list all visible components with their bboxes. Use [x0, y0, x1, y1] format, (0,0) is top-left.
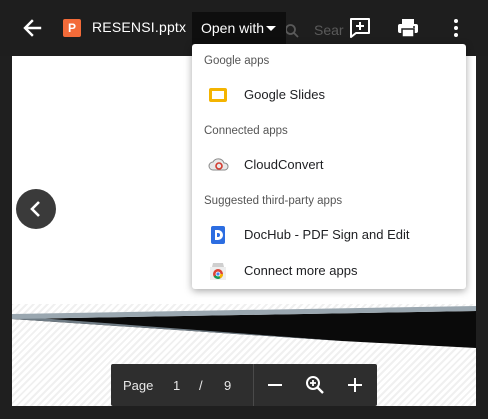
add-comment-icon[interactable] [348, 16, 372, 40]
back-arrow-icon[interactable] [18, 14, 46, 42]
background-search-text: Sear [314, 22, 344, 38]
menu-item-cloudconvert[interactable]: CloudConvert [192, 147, 466, 183]
section-suggested-apps: Suggested third-party apps [204, 195, 343, 207]
total-pages: 9 [224, 378, 232, 393]
zoom-reset-icon[interactable] [304, 374, 326, 396]
menu-item-dochub[interactable]: DocHub - PDF Sign and Edit [192, 217, 466, 253]
previous-page-button[interactable] [16, 189, 56, 229]
open-with-menu: Google apps Google Slides Connected apps… [192, 44, 466, 289]
menu-item-label: Google Slides [244, 87, 325, 102]
page-navigation-bar: Page 1 / 9 [111, 364, 377, 406]
background-search-icon [284, 23, 300, 44]
zoom-out-icon[interactable] [264, 374, 286, 396]
zoom-in-icon[interactable] [344, 374, 366, 396]
open-with-button[interactable]: Open with [192, 12, 286, 44]
google-slides-icon [208, 85, 228, 105]
menu-item-label: Connect more apps [244, 263, 358, 278]
current-page-input[interactable]: 1 [173, 378, 180, 393]
menu-item-google-slides[interactable]: Google Slides [192, 77, 466, 113]
section-google-apps: Google apps [204, 55, 270, 67]
caret-down-icon [266, 26, 276, 31]
powerpoint-file-icon: P [63, 19, 81, 37]
page-separator: / [199, 378, 203, 393]
menu-item-label: CloudConvert [244, 157, 324, 172]
file-name: RESENSI.pptx [92, 19, 187, 35]
page-label: Page [123, 378, 154, 393]
dochub-icon [208, 225, 228, 245]
menu-item-connect-more-apps[interactable]: Connect more apps [192, 253, 466, 289]
print-icon[interactable] [396, 16, 420, 40]
more-options-icon[interactable] [444, 16, 468, 40]
menu-item-label: DocHub - PDF Sign and Edit [244, 227, 410, 242]
cloudconvert-icon [208, 155, 229, 175]
chrome-web-store-icon [208, 261, 228, 281]
open-with-label: Open with [201, 20, 265, 36]
pager-divider [253, 364, 254, 406]
section-connected-apps: Connected apps [204, 125, 288, 137]
chevron-left-icon [30, 201, 40, 217]
